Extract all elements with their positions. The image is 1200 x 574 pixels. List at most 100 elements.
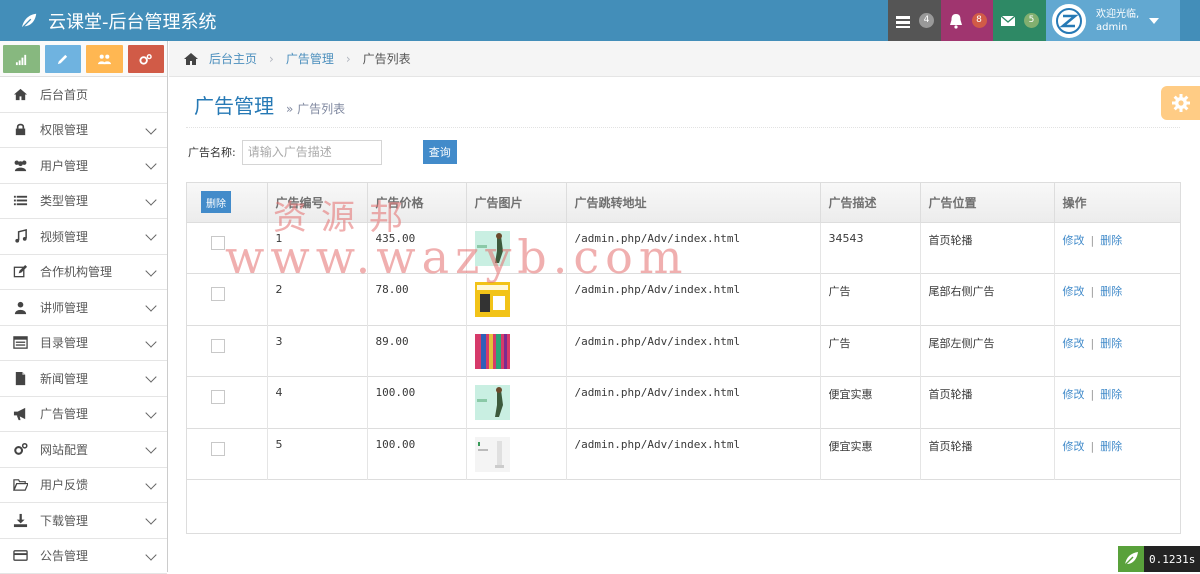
sidebar-item-site-config[interactable]: 网站配置 <box>0 432 167 468</box>
breadcrumb-separator: › <box>269 52 274 66</box>
credit-card-icon <box>13 548 28 563</box>
ads-table-panel: 删除 广告编号 广告价格 广告图片 广告跳转地址 广告描述 广告位置 操作 1 … <box>186 182 1181 534</box>
users-icon <box>13 158 28 173</box>
chevron-down-icon <box>145 513 156 524</box>
page-title: 广告管理 <box>194 90 274 119</box>
shortcut-users-button[interactable] <box>86 45 123 73</box>
settings-button[interactable] <box>1161 86 1200 120</box>
tasks-tile[interactable]: 4 <box>888 0 941 41</box>
chevron-down-icon <box>145 442 156 453</box>
music-icon <box>13 229 28 244</box>
app-title: 云课堂-后台管理系统 <box>48 8 217 34</box>
sidebar-item-feedback[interactable]: 用户反馈 <box>0 468 167 504</box>
ad-thumbnail <box>475 231 510 266</box>
tasks-icon <box>895 13 911 29</box>
chevron-down-icon <box>145 123 156 134</box>
delete-link[interactable]: 删除 <box>1100 234 1122 247</box>
delete-link[interactable]: 删除 <box>1100 285 1122 298</box>
cell-actions: 修改|删除 <box>1054 377 1180 429</box>
brand[interactable]: 云课堂-后台管理系统 <box>20 0 217 41</box>
notifications-tile[interactable]: 8 <box>941 0 993 41</box>
cell-url: /admin.php/Adv/index.html <box>566 377 820 429</box>
page-trace-timer[interactable]: 0.1231s <box>1118 546 1200 572</box>
download-icon <box>13 513 28 528</box>
top-navbar: 云课堂-后台管理系统 4 8 5 欢迎光临, admin <box>0 0 1200 41</box>
messages-tile[interactable]: 5 <box>993 0 1046 41</box>
search-bar: 广告名称: 查询 <box>188 139 457 165</box>
cell-id: 5 <box>267 428 367 480</box>
cell-actions: 修改|删除 <box>1054 325 1180 377</box>
row-checkbox[interactable] <box>211 390 225 404</box>
breadcrumb-section-link[interactable]: 广告管理 <box>286 50 334 67</box>
avatar-logo-icon <box>1056 8 1082 34</box>
chevron-down-icon <box>145 194 156 205</box>
edit-link[interactable]: 修改 <box>1063 388 1085 401</box>
sidebar-item-types[interactable]: 类型管理 <box>0 184 167 220</box>
action-separator: | <box>1091 285 1095 298</box>
cell-desc: 34543 <box>820 222 920 274</box>
edit-link[interactable]: 修改 <box>1063 285 1085 298</box>
user-menu[interactable]: 欢迎光临, admin <box>1046 0 1180 41</box>
edit-link[interactable]: 修改 <box>1063 234 1085 247</box>
sidebar-item-permissions[interactable]: 权限管理 <box>0 113 167 149</box>
lock-icon <box>13 122 28 137</box>
row-checkbox[interactable] <box>211 236 225 250</box>
messages-badge: 5 <box>1024 13 1039 28</box>
cogs-icon <box>13 442 28 457</box>
shortcut-signal-button[interactable] <box>3 45 40 73</box>
shortcut-cogs-button[interactable] <box>128 45 165 73</box>
bulk-delete-button[interactable]: 删除 <box>201 191 231 213</box>
sidebar-item-notices[interactable]: 公告管理 <box>0 539 167 574</box>
cell-id: 1 <box>267 222 367 274</box>
sidebar-item-label: 用户反馈 <box>40 476 88 493</box>
sidebar-item-downloads[interactable]: 下载管理 <box>0 503 167 539</box>
row-checkbox[interactable] <box>211 339 225 353</box>
shortcut-pencil-button[interactable] <box>45 45 82 73</box>
sidebar-item-partners[interactable]: 合作机构管理 <box>0 255 167 291</box>
sidebar-item-news[interactable]: 新闻管理 <box>0 361 167 397</box>
edit-link[interactable]: 修改 <box>1063 337 1085 350</box>
sidebar-item-label: 权限管理 <box>40 121 88 138</box>
breadcrumb-current: 广告列表 <box>363 50 411 67</box>
ad-thumbnail <box>475 437 510 472</box>
row-checkbox[interactable] <box>211 442 225 456</box>
user-icon <box>13 300 28 315</box>
sidebar-item-ads[interactable]: 广告管理 <box>0 397 167 433</box>
sidebar-item-label: 用户管理 <box>40 157 88 174</box>
sidebar-item-label: 网站配置 <box>40 441 88 458</box>
cell-desc: 广告 <box>820 274 920 326</box>
sidebar-item-label: 下载管理 <box>40 512 88 529</box>
row-checkbox[interactable] <box>211 287 225 301</box>
query-button[interactable]: 查询 <box>423 140 457 164</box>
bullhorn-icon <box>13 406 28 421</box>
home-icon[interactable] <box>183 52 199 66</box>
breadcrumb-home-link[interactable]: 后台主页 <box>209 50 257 67</box>
sidebar-item-home[interactable]: 后台首页 <box>0 77 167 113</box>
cell-desc: 便宜实惠 <box>820 377 920 429</box>
cell-price: 78.00 <box>367 274 466 326</box>
cell-url: /admin.php/Adv/index.html <box>566 325 820 377</box>
chevron-down-icon <box>145 478 156 489</box>
cogs-icon <box>139 53 152 66</box>
ad-name-search-input[interactable] <box>242 140 382 165</box>
delete-link[interactable]: 删除 <box>1100 388 1122 401</box>
sidebar-item-catalog[interactable]: 目录管理 <box>0 326 167 362</box>
action-separator: | <box>1091 440 1095 453</box>
cell-price: 89.00 <box>367 325 466 377</box>
users-icon <box>98 53 111 66</box>
sidebar-item-users[interactable]: 用户管理 <box>0 148 167 184</box>
cell-position: 尾部左侧广告 <box>920 325 1054 377</box>
sidebar-item-videos[interactable]: 视频管理 <box>0 219 167 255</box>
cell-price: 100.00 <box>367 428 466 480</box>
chevron-down-icon <box>145 407 156 418</box>
sidebar-item-teachers[interactable]: 讲师管理 <box>0 290 167 326</box>
timer-value: 0.1231s <box>1144 546 1200 572</box>
delete-link[interactable]: 删除 <box>1100 337 1122 350</box>
table-row: 1 435.00 /admin.php/Adv/index.html 34543… <box>187 222 1180 274</box>
delete-link[interactable]: 删除 <box>1100 440 1122 453</box>
col-desc: 广告描述 <box>820 183 920 222</box>
edit-link[interactable]: 修改 <box>1063 440 1085 453</box>
bell-icon <box>948 13 964 29</box>
sidebar-item-label: 公告管理 <box>40 547 88 564</box>
thinkphp-logo-icon <box>1118 546 1144 572</box>
